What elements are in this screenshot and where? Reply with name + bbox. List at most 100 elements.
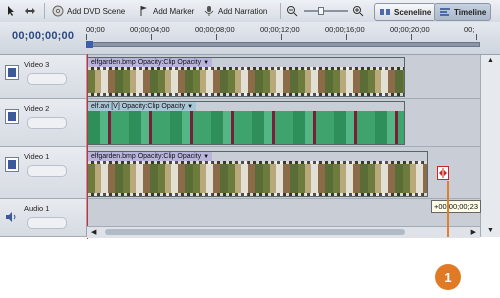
time-ruler[interactable]: 00;00 00;00;04;00 00;00;08;00 00;00;12;0… [86, 22, 480, 54]
track-lane-video-2[interactable]: elf.avi [V] Opacity:Clip Opacity ▼ [87, 99, 480, 147]
speaker-icon[interactable] [5, 211, 17, 223]
clip-name: elf.avi [V] [91, 103, 120, 110]
ruler-tick [346, 34, 347, 40]
ruler-tick [281, 34, 282, 40]
scroll-down-icon[interactable]: ▼ [487, 227, 494, 234]
track-name: Video 2 [24, 104, 50, 113]
sceneline-label: Sceneline [394, 7, 432, 17]
toolbar-divider [44, 3, 45, 19]
ruler-tick [411, 34, 412, 40]
ruler-label: 00;00;20;00 [390, 25, 430, 34]
video-track-icon[interactable] [5, 157, 19, 172]
dvd-icon [52, 5, 64, 17]
current-timecode[interactable]: 00;00;00;00 [12, 30, 74, 42]
add-dvd-scene-button[interactable]: Add DVD Scene [52, 3, 125, 19]
trim-out-cursor[interactable] [437, 166, 449, 180]
work-area-start-handle[interactable] [86, 41, 93, 48]
add-narration-button[interactable]: Add Narration [203, 3, 267, 19]
timeline-clip[interactable]: elf.avi [V] Opacity:Clip Opacity ▼ [87, 101, 405, 145]
film-sprocket [88, 67, 404, 70]
track-header-video-2[interactable]: Video 2 [0, 99, 86, 147]
track-header-audio-1[interactable]: Audio 1 [0, 199, 86, 237]
selection-tool-button[interactable] [5, 3, 17, 19]
zoom-slider[interactable] [304, 7, 348, 15]
track-lane-video-3[interactable]: elfgarden.bmp Opacity:Clip Opacity ▼ [87, 55, 480, 99]
track-headers: Video 3 Video 2 Video 1 Audio 1 [0, 55, 87, 237]
track-header-video-1[interactable]: Video 1 [0, 147, 86, 199]
zoom-in-icon [352, 5, 364, 17]
track-controls[interactable] [27, 165, 67, 177]
add-marker-label: Add Marker [153, 6, 195, 16]
callout-leader-line [447, 181, 449, 237]
clip-label: elf.avi [V] Opacity:Clip Opacity ▼ [88, 102, 197, 111]
sceneline-icon [379, 6, 391, 18]
scroll-left-icon[interactable]: ◀ [91, 228, 96, 236]
current-time-indicator[interactable] [87, 54, 88, 239]
ruler-label: 00;00;04;00 [130, 25, 170, 34]
ruler-label: 00;00;12;00 [260, 25, 300, 34]
add-dvd-scene-label: Add DVD Scene [67, 6, 126, 16]
arrow-icon [5, 5, 17, 17]
ruler-tick [216, 34, 217, 40]
timeline-clip[interactable]: elfgarden.bmp Opacity:Clip Opacity ▼ [87, 151, 428, 197]
stretch-icon [24, 5, 36, 17]
clip-effect: Opacity:Clip Opacity [121, 103, 186, 110]
track-controls[interactable] [27, 217, 67, 229]
chevron-down-icon[interactable]: ▼ [187, 104, 193, 110]
work-area-bar[interactable] [86, 42, 480, 47]
scrollbar-thumb[interactable] [105, 229, 405, 235]
zoom-slider-thumb[interactable] [318, 7, 324, 15]
timeline-label: Timeline [454, 7, 487, 17]
film-sprocket [88, 193, 427, 196]
ruler-tick [86, 34, 87, 40]
ruler-label: 00;00 [86, 25, 105, 34]
clip-effect: Opacity:Clip Opacity [137, 153, 202, 160]
film-sprocket [88, 161, 427, 164]
sceneline-button[interactable]: Sceneline [374, 3, 437, 21]
timeline-icon [439, 6, 451, 18]
scroll-right-icon[interactable]: ▶ [471, 228, 476, 236]
add-marker-button[interactable]: Add Marker [138, 3, 194, 19]
microphone-icon [203, 5, 215, 17]
track-controls[interactable] [27, 73, 67, 85]
chevron-down-icon[interactable]: ▼ [203, 154, 209, 160]
video-track-icon[interactable] [5, 109, 19, 124]
ruler-tick [476, 34, 477, 40]
track-name: Video 3 [24, 60, 50, 69]
clip-name: elfgarden.bmp [91, 153, 136, 160]
trim-time-tooltip: +00;00;00;23 [431, 200, 482, 213]
clip-thumbnails [88, 161, 427, 196]
ruler-label: 00; [464, 25, 475, 34]
track-header-video-3[interactable]: Video 3 [0, 55, 86, 99]
vertical-scrollbar[interactable]: ▲ ▼ [480, 55, 500, 237]
zoom-out-icon [286, 5, 298, 17]
toolbar-divider [280, 3, 281, 19]
clip-label: elfgarden.bmp Opacity:Clip Opacity ▼ [88, 152, 213, 161]
chevron-down-icon[interactable]: ▼ [203, 60, 209, 66]
track-lane-video-1[interactable]: elfgarden.bmp Opacity:Clip Opacity ▼ [87, 147, 480, 199]
callout-number-badge: 1 [435, 264, 461, 290]
timeline-clip[interactable]: elfgarden.bmp Opacity:Clip Opacity ▼ [87, 57, 405, 97]
clip-effect: Opacity:Clip Opacity [137, 59, 202, 66]
horizontal-scrollbar[interactable]: ◀ ▶ [87, 226, 480, 238]
zoom-out-button[interactable] [286, 3, 298, 19]
zoom-in-button[interactable] [352, 3, 364, 19]
clip-name: elfgarden.bmp [91, 59, 136, 66]
clip-thumbnails [88, 67, 404, 96]
scroll-up-icon[interactable]: ▲ [487, 57, 494, 64]
track-name: Video 1 [24, 152, 50, 161]
trim-cursor-icon [439, 168, 447, 178]
marker-icon [138, 5, 150, 17]
time-stretch-tool-button[interactable] [24, 3, 36, 19]
timeline-ruler-area: 00;00;00;00 00;00 00;00;04;00 00;00;08;0… [0, 22, 500, 55]
track-controls[interactable] [27, 117, 67, 129]
video-track-icon[interactable] [5, 65, 19, 80]
track-name: Audio 1 [24, 204, 50, 213]
clip-thumbnails [88, 111, 404, 144]
timeline-tracks: elfgarden.bmp Opacity:Clip Opacity ▼ elf.… [87, 55, 480, 237]
ruler-label: 00;00;08;00 [195, 25, 235, 34]
timeline-button[interactable]: Timeline [434, 3, 492, 21]
clip-label: elfgarden.bmp Opacity:Clip Opacity ▼ [88, 58, 213, 67]
ruler-label: 00;00;16;00 [325, 25, 365, 34]
timeline-toolbar: Add DVD Scene Add Marker Add Narration S… [0, 0, 500, 23]
